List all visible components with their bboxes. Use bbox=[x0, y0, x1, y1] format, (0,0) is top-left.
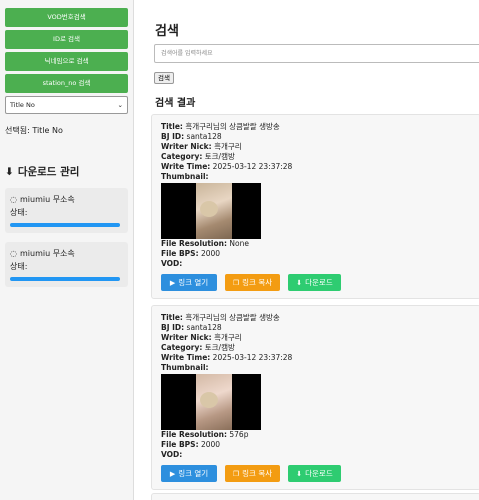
result-writer-nick: Writer Nick: 흑개구리 bbox=[161, 333, 242, 342]
result-title: Title: 흑개구리님의 상큼발랄 생방송 bbox=[161, 313, 280, 322]
result-category: Category: 토크/캠방 bbox=[161, 343, 235, 352]
result-writer-nick: Writer Nick: 흑개구리 bbox=[161, 142, 242, 151]
download-progress-bar bbox=[10, 277, 120, 281]
sidebar: VOD번호검색 ID로 검색 닉네임으로 검색 station_no 검색 Ti… bbox=[0, 0, 134, 500]
result-write-time: Write Time: 2025-03-12 23:37:28 bbox=[161, 353, 293, 362]
search-input[interactable]: 검색어를 입력하세요 bbox=[154, 44, 479, 63]
result-vod: VOD: bbox=[161, 259, 183, 268]
page-title: 검색 bbox=[155, 24, 179, 39]
vod-number-search-button[interactable]: VOD번호검색 bbox=[5, 8, 128, 27]
result-card-partial bbox=[151, 493, 479, 500]
play-icon: ▶ bbox=[169, 278, 176, 287]
spinner-icon: ◌ bbox=[10, 195, 17, 204]
download-button[interactable]: ⬇ 다운로드 bbox=[288, 274, 341, 291]
result-bj-id: BJ ID: santa128 bbox=[161, 132, 222, 141]
download-item-status: 상태: bbox=[10, 208, 28, 217]
copy-link-button[interactable]: ❐ 링크 복사 bbox=[225, 465, 280, 482]
download-icon: ⬇ bbox=[296, 278, 303, 287]
results-heading: 검색 결과 bbox=[155, 98, 196, 109]
open-link-button[interactable]: ▶ 링크 열기 bbox=[161, 274, 217, 291]
download-progress-bar bbox=[10, 223, 120, 227]
result-bps: File BPS: 2000 bbox=[161, 440, 221, 449]
result-category: Category: 토크/캠방 bbox=[161, 152, 235, 161]
search-type-value: Title No bbox=[10, 101, 35, 109]
download-icon: ⬇ bbox=[5, 165, 14, 178]
search-type-select[interactable]: Title No ⌄ bbox=[5, 96, 128, 114]
spinner-icon: ◌ bbox=[10, 249, 17, 258]
result-card: Title: 흑개구리님의 상큼발랄 생방송 BJ ID: santa128 W… bbox=[151, 114, 479, 299]
play-icon: ▶ bbox=[169, 469, 176, 478]
result-thumbnail-label: Thumbnail: bbox=[161, 363, 209, 372]
download-icon: ⬇ bbox=[296, 469, 303, 478]
download-item-name: miumiu 무소속 bbox=[19, 249, 75, 258]
thumbnail-image bbox=[161, 183, 261, 239]
download-item: ◌ miumiu 무소속 상태: bbox=[5, 188, 128, 233]
download-button[interactable]: ⬇ 다운로드 bbox=[288, 465, 341, 482]
main-panel: 검색 검색어를 입력하세요 검색 검색 결과 Title: 흑개구리님의 상큼발… bbox=[145, 0, 479, 500]
result-vod: VOD: bbox=[161, 450, 183, 459]
result-write-time: Write Time: 2025-03-12 23:37:28 bbox=[161, 162, 293, 171]
download-item: ◌ miumiu 무소속 상태: bbox=[5, 242, 128, 287]
result-resolution: File Resolution: None bbox=[161, 239, 249, 248]
nickname-search-button[interactable]: 닉네임으로 검색 bbox=[5, 52, 128, 71]
download-item-name: miumiu 무소속 bbox=[19, 195, 75, 204]
result-thumbnail-label: Thumbnail: bbox=[161, 172, 209, 181]
result-bj-id: BJ ID: santa128 bbox=[161, 323, 222, 332]
id-search-button[interactable]: ID로 검색 bbox=[5, 30, 128, 49]
search-button[interactable]: 검색 bbox=[154, 72, 174, 84]
result-card: Title: 흑개구리님의 상큼발랄 생방송 BJ ID: santa128 W… bbox=[151, 305, 479, 490]
result-title: Title: 흑개구리님의 상큼발랄 생방송 bbox=[161, 122, 280, 131]
open-link-button[interactable]: ▶ 링크 열기 bbox=[161, 465, 217, 482]
download-manager-heading: ⬇ 다운로드 관리 bbox=[5, 165, 80, 179]
copy-icon: ❐ bbox=[232, 278, 240, 287]
selected-type-label: 선택됨: Title No bbox=[5, 126, 63, 135]
copy-icon: ❐ bbox=[232, 469, 240, 478]
progress-fill bbox=[10, 277, 120, 281]
result-resolution: File Resolution: 576p bbox=[161, 430, 249, 439]
result-bps: File BPS: 2000 bbox=[161, 249, 221, 258]
chevron-down-icon: ⌄ bbox=[117, 101, 123, 109]
progress-fill bbox=[10, 223, 120, 227]
thumbnail-image bbox=[161, 374, 261, 430]
copy-link-button[interactable]: ❐ 링크 복사 bbox=[225, 274, 280, 291]
download-item-status: 상태: bbox=[10, 262, 28, 271]
station-no-search-button[interactable]: station_no 검색 bbox=[5, 74, 128, 93]
